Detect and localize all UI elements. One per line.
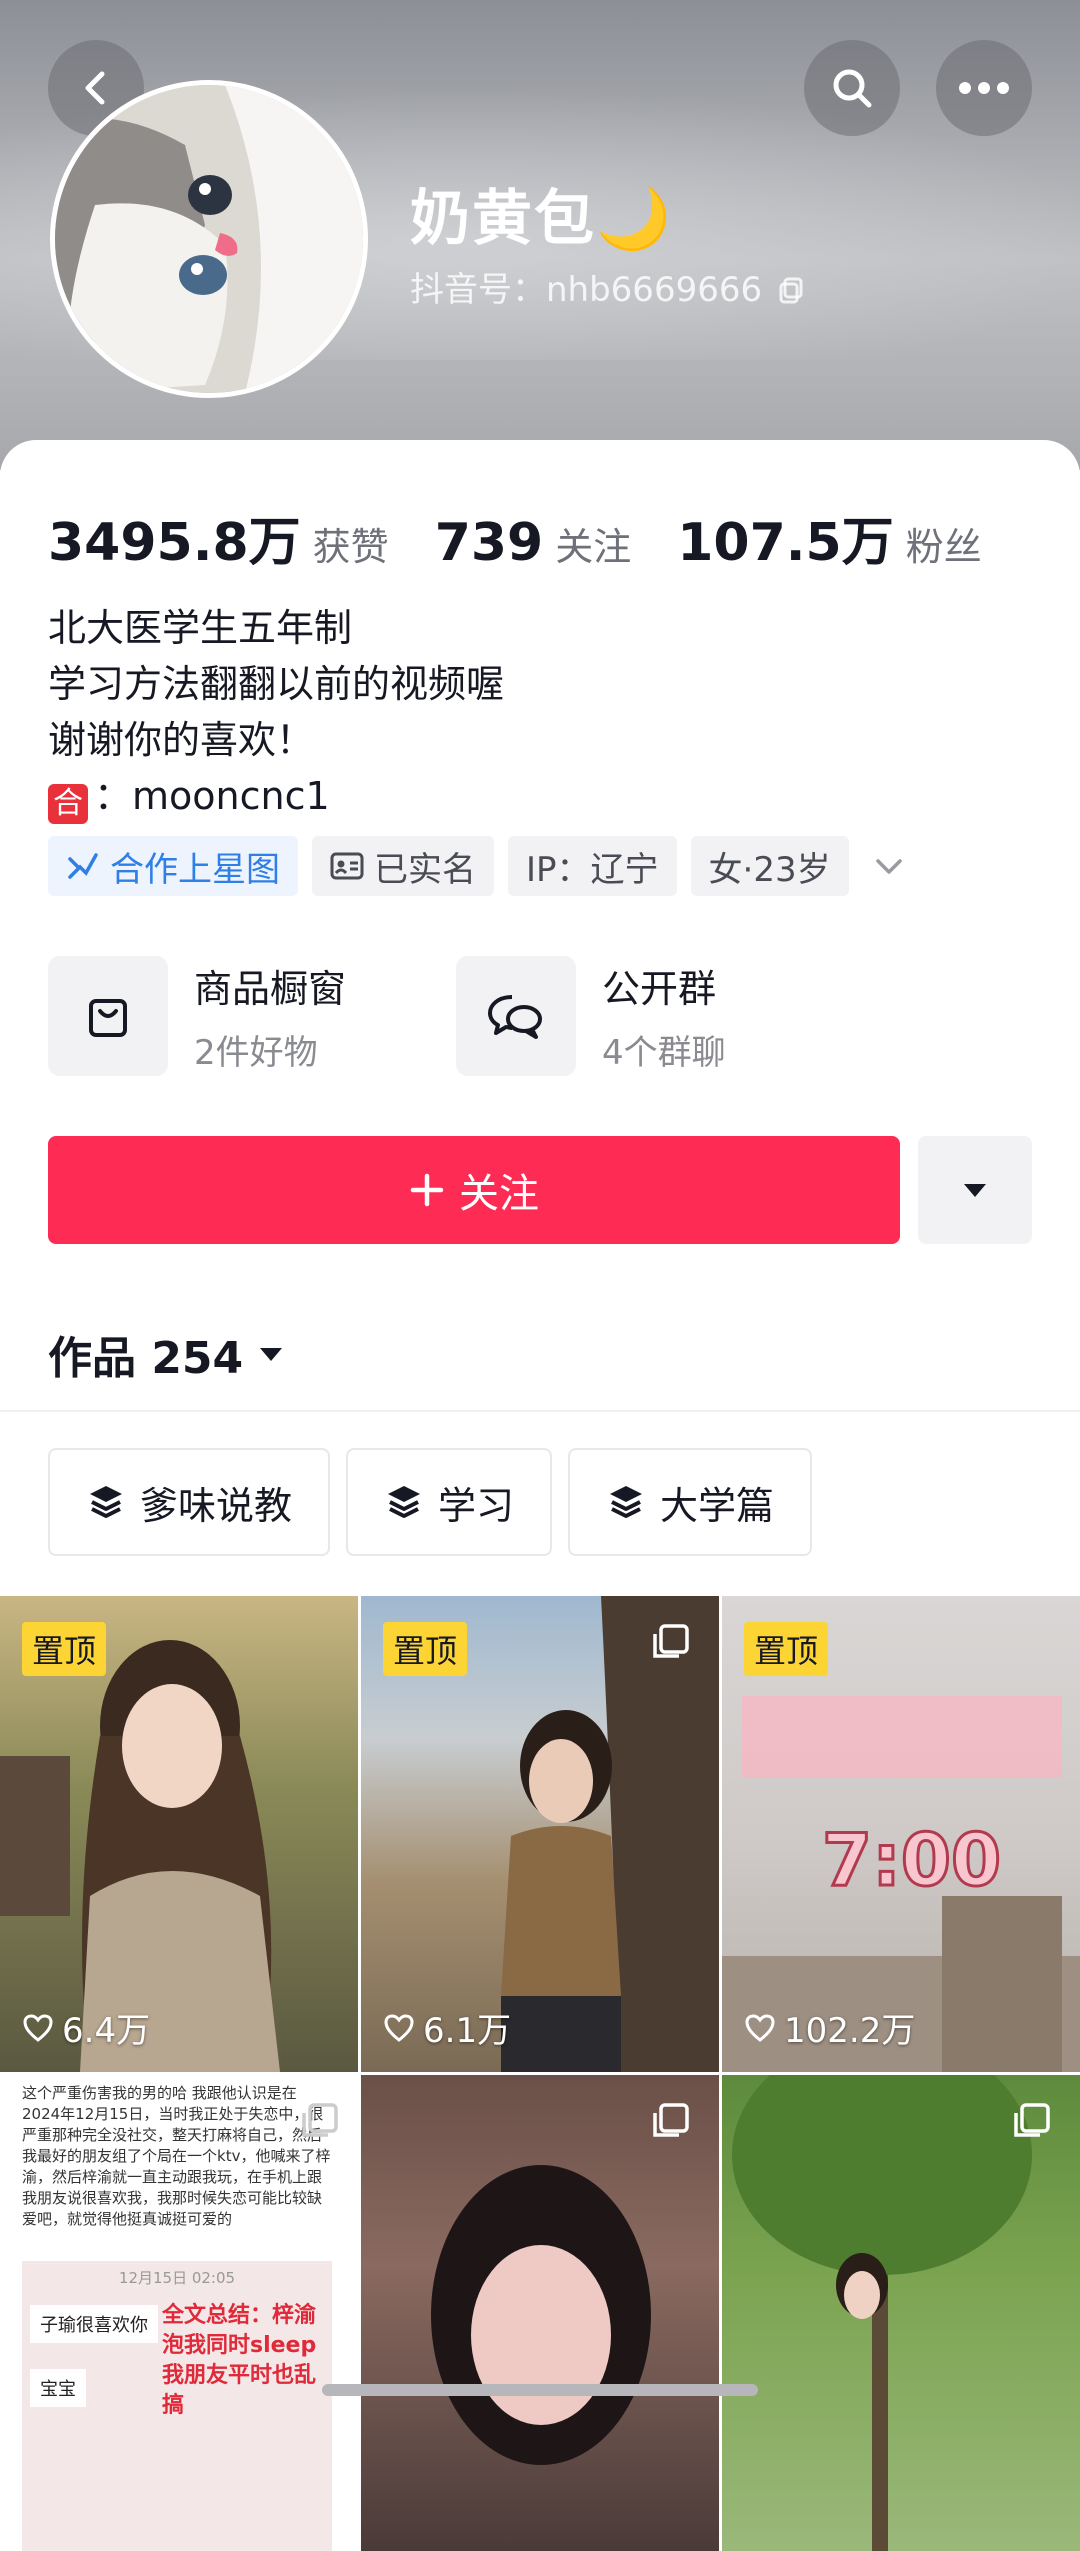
likes-label: 获赞 xyxy=(312,525,389,569)
caret-down-icon xyxy=(260,1348,283,1361)
likes-count: 3495.8万 xyxy=(48,513,301,573)
heart-icon xyxy=(23,2013,53,2042)
collection-chip-label: 爹味说教 xyxy=(139,1483,292,1528)
public-group-entry[interactable]: 公开群 4个群聊 xyxy=(456,956,726,1076)
video-thumbnail[interactable]: 置顶 6.4万 xyxy=(0,1596,358,2072)
layers-icon xyxy=(609,1486,642,1518)
shop-window-entry[interactable]: 商品橱窗 2件好物 xyxy=(48,956,346,1076)
pinned-badge: 置顶 xyxy=(22,1622,107,1676)
layers-icon xyxy=(387,1486,420,1518)
tag-ip: IP：辽宁 xyxy=(508,836,677,896)
collection-chip[interactable]: 爹味说教 xyxy=(48,1448,330,1556)
screenshot-date: 12月15日 02:05 xyxy=(118,2269,236,2287)
heart-icon xyxy=(384,2013,414,2042)
more-options-button[interactable] xyxy=(936,40,1032,136)
group-chat-icon xyxy=(488,995,542,1039)
video-likes: 102.2万 xyxy=(744,2003,915,2052)
home-indicator[interactable] xyxy=(322,2384,758,2396)
douyin-id[interactable]: 抖音号：nhb6669666 xyxy=(410,262,807,311)
tag-verified[interactable]: 已实名 xyxy=(312,836,494,896)
multi-image-icon xyxy=(1014,2103,1050,2137)
follow-button[interactable]: 关注 xyxy=(48,1136,900,1244)
shop-icon-box xyxy=(48,956,168,1076)
video-thumbnail[interactable]: 这个严重伤害我的男的哈 我跟他认识是在2024年12月15日，当时我正处于失恋中… xyxy=(0,2075,358,2551)
tag-star-map[interactable]: 合作上星图 xyxy=(48,836,298,896)
group-icon-box xyxy=(456,956,576,1076)
he-badge-icon: 合 xyxy=(48,784,88,824)
tag-star-map-label: 合作上星图 xyxy=(110,849,280,890)
video-likes-count: 102.2万 xyxy=(784,2011,916,2051)
heart-icon xyxy=(745,2013,775,2042)
shop-window-title: 商品橱窗 xyxy=(194,967,347,1011)
public-group-subtitle: 4个群聊 xyxy=(602,1033,726,1073)
search-button[interactable] xyxy=(804,40,900,136)
bio-contact-value: ：mooncnc1 xyxy=(94,774,330,818)
video-likes: 6.4万 xyxy=(22,2003,150,2052)
profile-tags: 合作上星图 已实名 IP：辽宁 女·23岁 xyxy=(48,836,907,896)
id-card-icon xyxy=(330,852,364,880)
followers-count[interactable]: 107.5万 xyxy=(677,500,893,575)
screenshot-chat-area: 12月15日 02:05 子瑜很喜欢你 宝宝 全文总结：梓渝泡我同时sleep我… xyxy=(22,2261,332,2551)
tag-gender-age: 女·23岁 xyxy=(690,836,849,896)
collection-chip-label: 大学篇 xyxy=(659,1483,774,1528)
video-thumbnail[interactable]: 置顶 6.1万 xyxy=(361,1596,719,2072)
multi-image-icon xyxy=(653,2103,689,2137)
chevron-down-icon[interactable] xyxy=(871,848,907,884)
bio: 北大医学生五年制 学习方法翻翻以前的视频喔 谢谢你的喜欢！ 合：mooncnc1 xyxy=(48,600,504,824)
pinned-badge: 置顶 xyxy=(744,1622,829,1676)
multi-image-icon xyxy=(302,2103,338,2137)
plus-icon xyxy=(410,1173,444,1207)
chevron-left-icon xyxy=(85,71,105,105)
video-cover-image xyxy=(431,2165,651,2465)
tag-gender-age-label: 女·23岁 xyxy=(708,849,831,890)
section-divider xyxy=(0,1410,1080,1412)
tag-ip-label: IP：辽宁 xyxy=(526,849,659,890)
video-thumbnail[interactable] xyxy=(722,2075,1080,2551)
video-thumbnail[interactable] xyxy=(361,2075,719,2551)
works-tab[interactable]: 作品 254 xyxy=(48,1322,285,1386)
shop-window-subtitle: 2件好物 xyxy=(194,1033,318,1073)
copy-icon[interactable] xyxy=(777,275,807,305)
star-map-icon xyxy=(68,853,98,879)
collection-chip-label: 学习 xyxy=(437,1483,514,1528)
more-dots-icon xyxy=(959,82,1009,94)
screenshot-text: 这个严重伤害我的男的哈 我跟他认识是在2024年12月15日，当时我正处于失恋中… xyxy=(22,2084,331,2228)
works-tab-label: 作品 254 xyxy=(48,1333,244,1384)
screenshot-summary: 全文总结：梓渝泡我同时sleep我朋友平时也乱搞 xyxy=(162,2303,317,2418)
video-overlay-time: 7:00 xyxy=(820,1817,1002,1904)
followers-label[interactable]: 粉丝 xyxy=(906,516,982,571)
avatar-cat-illustration xyxy=(55,85,363,393)
shopping-bag-icon xyxy=(89,999,127,1037)
douyin-id-text: 抖音号：nhb6669666 xyxy=(410,270,763,310)
tag-verified-label: 已实名 xyxy=(374,849,476,890)
follow-more-button[interactable] xyxy=(918,1136,1032,1244)
avatar[interactable] xyxy=(50,80,368,398)
nickname: 奶黄包🌙 xyxy=(410,184,673,254)
bio-line: 谢谢你的喜欢！ xyxy=(48,718,315,762)
caret-down-icon xyxy=(964,1184,986,1197)
video-cover-image xyxy=(732,2075,1032,2551)
collection-chip[interactable]: 大学篇 xyxy=(568,1448,812,1556)
screenshot-chat-bubble: 子瑜很喜欢你 xyxy=(30,2305,158,2343)
search-icon xyxy=(833,69,872,108)
following-label[interactable]: 关注 xyxy=(555,516,631,571)
follow-button-label: 关注 xyxy=(459,1171,539,1217)
bio-line: 北大医学生五年制 xyxy=(48,606,353,650)
collection-chip[interactable]: 学习 xyxy=(346,1448,552,1556)
following-count[interactable]: 739 xyxy=(435,513,544,573)
screenshot-chat-bubble: 宝宝 xyxy=(30,2369,86,2407)
multi-image-icon xyxy=(653,1624,689,1658)
video-likes-count: 6.4万 xyxy=(62,2011,151,2051)
bio-contact: 合：mooncnc1 xyxy=(48,768,504,824)
public-group-title: 公开群 xyxy=(602,967,717,1011)
layers-icon xyxy=(89,1486,122,1518)
pinned-badge: 置顶 xyxy=(383,1622,468,1676)
video-thumbnail[interactable]: 7:00 置顶 102.2万 xyxy=(722,1596,1080,2072)
video-likes: 6.1万 xyxy=(383,2003,511,2052)
video-likes-count: 6.1万 xyxy=(423,2011,512,2051)
bio-line: 学习方法翻翻以前的视频喔 xyxy=(48,662,505,706)
stats-row: 3495.8万 获赞 739 关注 107.5万 粉丝 xyxy=(48,500,1028,575)
